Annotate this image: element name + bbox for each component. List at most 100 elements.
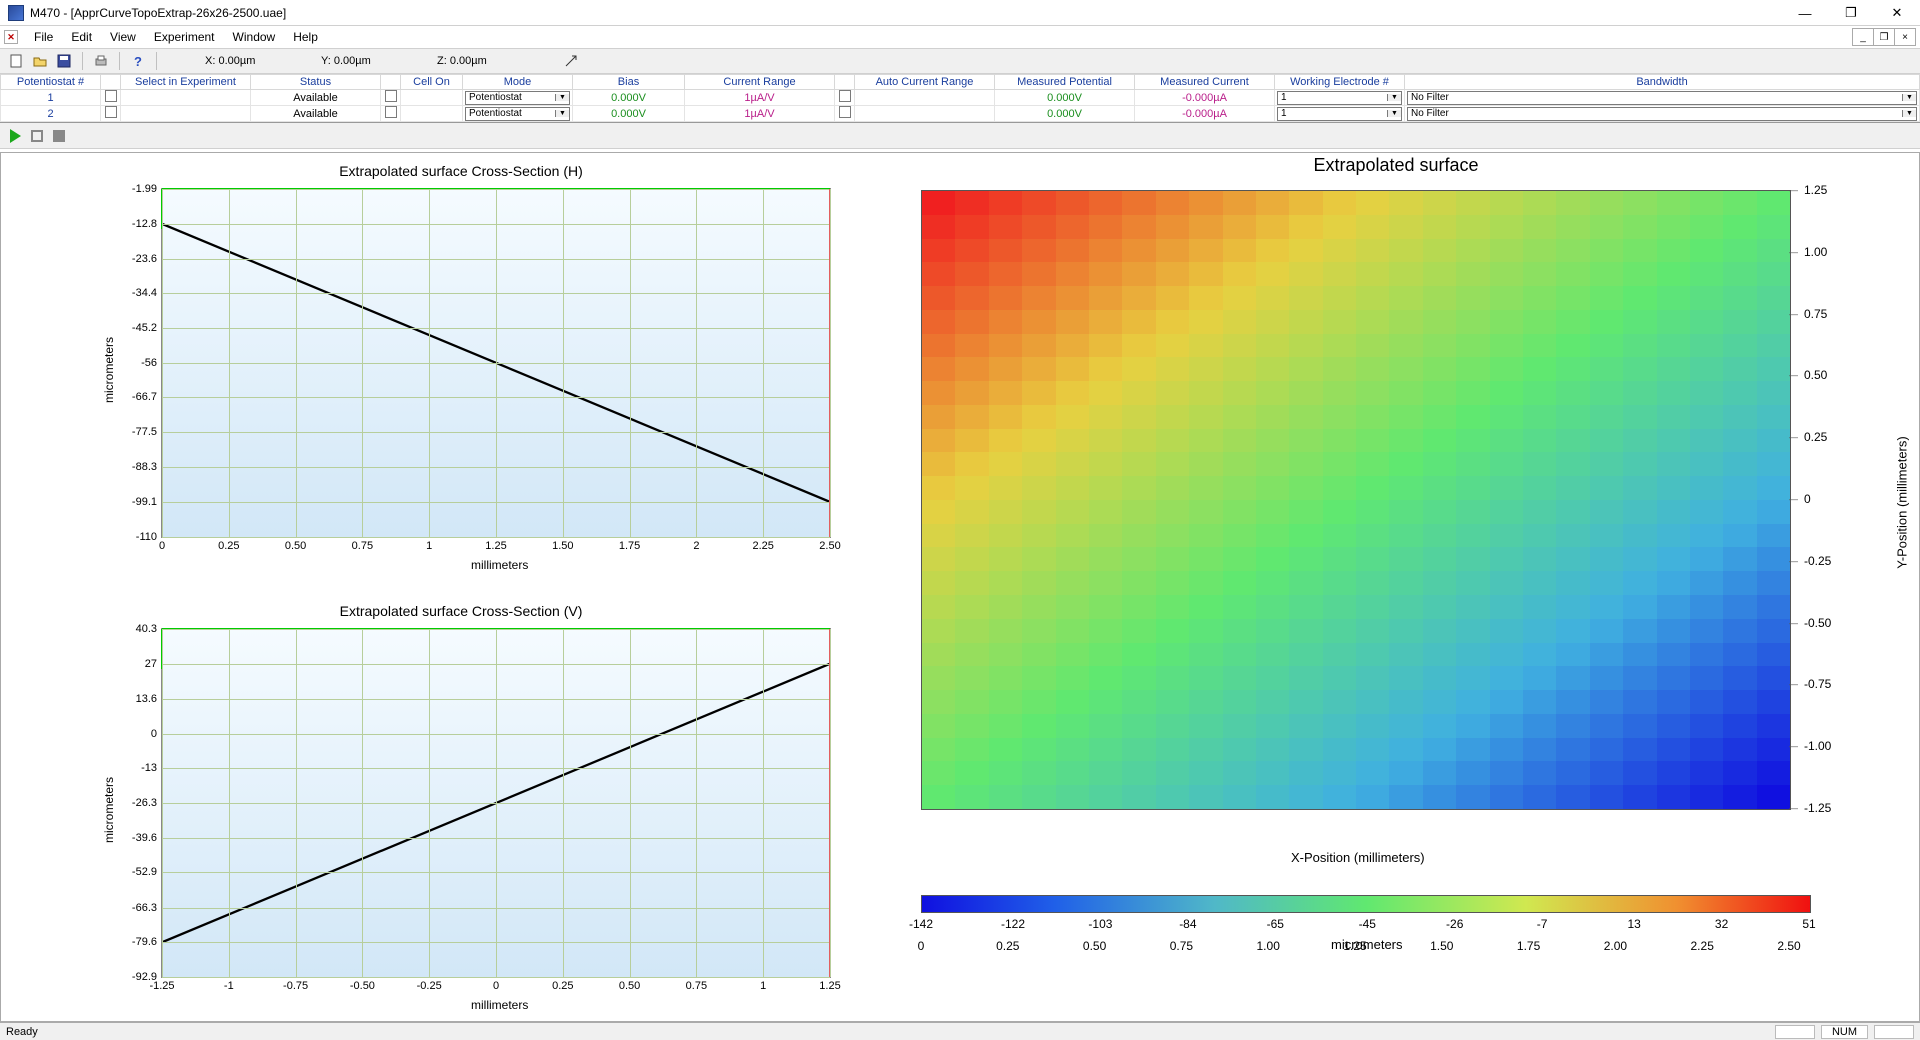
heatmap-tick-x: 0.75 [1170,939,1193,953]
close-document-icon[interactable]: ✕ [4,30,18,44]
menu-edit[interactable]: Edit [63,28,100,46]
grid-header[interactable]: Auto Current Range [855,75,995,90]
chart-h-plot[interactable]: 00.250.500.7511.251.501.7522.252.50-1.99… [161,188,831,538]
menu-file[interactable]: File [26,28,61,46]
tick-y: -66.3 [132,902,157,914]
chart-v-title: Extrapolated surface Cross-Section (V) [71,603,851,619]
play-button[interactable] [10,129,21,143]
menu-view[interactable]: View [102,28,144,46]
heatmap-tick-y: -0.75 [1789,677,1844,691]
heatmap-ylabel: Y-Position (millimeters) [1895,436,1910,568]
chart-v-plot[interactable]: -1.25-1-0.75-0.50-0.2500.250.500.7511.25… [161,628,831,978]
grid-header[interactable]: Bandwidth [1405,75,1920,90]
cell-bandwidth[interactable]: No Filter▼ [1405,106,1920,122]
tick-x: -1 [224,980,234,992]
grid-header[interactable]: Select in Experiment [121,75,251,90]
help-icon[interactable]: ? [128,51,148,71]
grid-header[interactable]: Mode [463,75,573,90]
grid-header[interactable]: Working Electrode # [1275,75,1405,90]
cell-cell-checkbox[interactable] [381,90,401,106]
cell-mode[interactable]: Potentiostat▼ [463,106,573,122]
grid-header[interactable] [381,75,401,90]
dropdown[interactable]: Potentiostat▼ [465,91,570,105]
tick-x: 2 [693,540,699,552]
pause-stop-button[interactable] [31,130,43,142]
menu-help[interactable]: Help [285,28,326,46]
cell-auto-range [855,106,995,122]
heatmap-tick-y: 0.50 [1789,368,1844,382]
grid-header[interactable]: Measured Current [1135,75,1275,90]
cell-checkbox[interactable] [101,106,121,122]
coord-y: Y: 0.00µm [321,55,411,67]
tick-y: -34.4 [132,287,157,299]
cell-cell-checkbox[interactable] [381,106,401,122]
stop-button[interactable] [53,130,65,142]
cell-select-in-exp [121,106,251,122]
title-bar: M470 - [ApprCurveTopoExtrap-26x26-2500.u… [0,0,1920,26]
grid-header[interactable]: Potentiostat # [1,75,101,90]
chart-cross-section-h: Extrapolated surface Cross-Section (H) 0… [71,163,851,573]
dropdown[interactable]: No Filter▼ [1407,107,1917,121]
dropdown[interactable]: Potentiostat▼ [465,107,570,121]
heatmap-tick-x: 0.50 [1083,939,1106,953]
cell-working-electrode[interactable]: 1▼ [1275,90,1405,106]
checkbox-icon[interactable] [385,106,397,118]
mdi-restore-button[interactable]: ❐ [1873,28,1895,46]
dropdown[interactable]: 1▼ [1277,107,1402,121]
chart-heatmap-title: Extrapolated surface [901,155,1891,176]
tick-y: 13.6 [136,693,157,705]
cell-measured-potential: 0.000V [995,90,1135,106]
cell-auto-checkbox[interactable] [835,90,855,106]
tick-y: -23.6 [132,253,157,265]
save-icon[interactable] [54,51,74,71]
grid-header[interactable]: Cell On [401,75,463,90]
heatmap-tick-x: 1.75 [1517,939,1540,953]
checkbox-icon[interactable] [105,106,117,118]
heatmap-tick-y: 0 [1789,492,1844,506]
tick-x: 2.25 [752,540,773,552]
menu-window[interactable]: Window [225,28,284,46]
grid-header[interactable]: Measured Potential [995,75,1135,90]
new-icon[interactable] [6,51,26,71]
chart-heatmap: Extrapolated surface X-Position (millime… [901,155,1891,935]
mdi-minimize-button[interactable]: _ [1852,28,1874,46]
dropdown[interactable]: 1▼ [1277,91,1402,105]
mdi-close-button[interactable]: × [1894,28,1916,46]
colorbar-tick: -65 [1267,917,1284,931]
heatmap-tick-y: 1.00 [1789,245,1844,259]
grid-header[interactable]: Bias [573,75,685,90]
run-toolbar [0,123,1920,149]
checkbox-icon[interactable] [105,90,117,102]
minimize-button[interactable]: — [1782,0,1828,26]
heatmap-tick-y: 1.25 [1789,183,1844,197]
menu-experiment[interactable]: Experiment [146,28,223,46]
grid-header[interactable]: Current Range [685,75,835,90]
checkbox-icon[interactable] [839,106,851,118]
tick-y: -39.6 [132,832,157,844]
print-icon[interactable] [91,51,111,71]
chart-v-ylabel: micrometers [102,777,116,843]
cell-working-electrode[interactable]: 1▼ [1275,106,1405,122]
colorbar-tick: -122 [1001,917,1025,931]
checkbox-icon[interactable] [839,90,851,102]
tick-x: 1.25 [485,540,506,552]
cell-mode[interactable]: Potentiostat▼ [463,90,573,106]
grid-header[interactable] [835,75,855,90]
tick-y: -66.7 [132,391,157,403]
cell-bias: 0.000V [573,106,685,122]
heatmap-tick-y: -1.25 [1789,801,1844,815]
grid-header[interactable] [101,75,121,90]
grid-header[interactable]: Status [251,75,381,90]
heatmap-plot[interactable] [921,190,1791,810]
maximize-button[interactable]: ❐ [1828,0,1874,26]
cell-auto-checkbox[interactable] [835,106,855,122]
open-icon[interactable] [30,51,50,71]
cell-bandwidth[interactable]: No Filter▼ [1405,90,1920,106]
go-to-origin-icon[interactable] [561,51,581,71]
tick-x: 0.25 [552,980,573,992]
dropdown[interactable]: No Filter▼ [1407,91,1917,105]
checkbox-icon[interactable] [385,90,397,102]
close-button[interactable]: ✕ [1874,0,1920,26]
cell-checkbox[interactable] [101,90,121,106]
heatmap-tick-y: 0.25 [1789,430,1844,444]
